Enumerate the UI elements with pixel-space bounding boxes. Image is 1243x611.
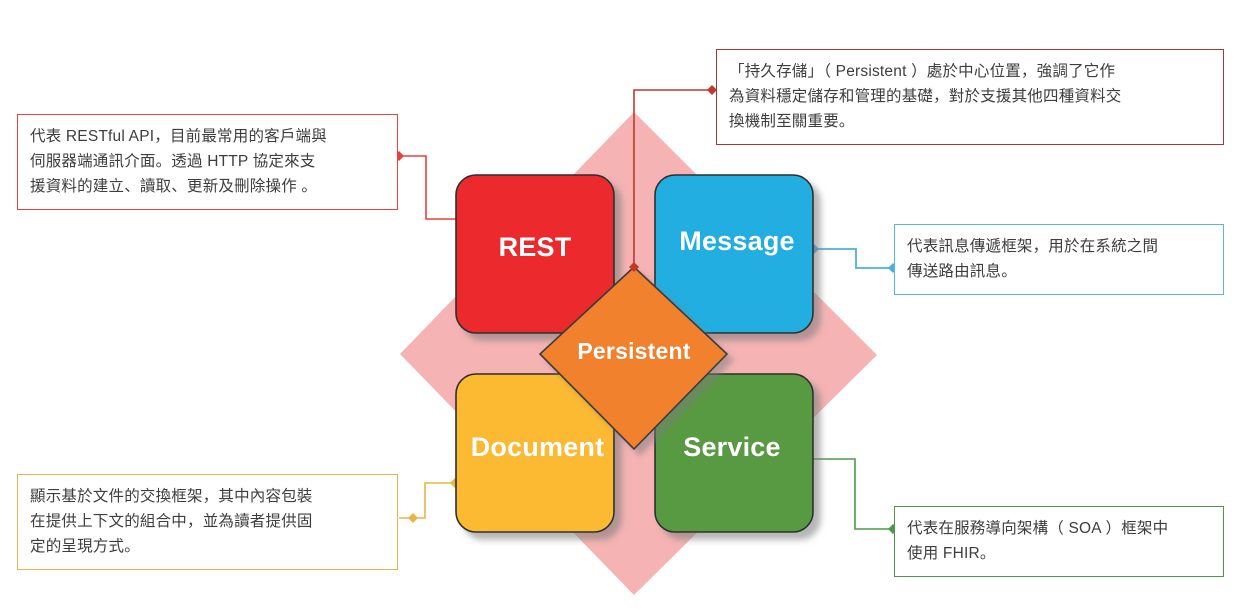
connector-endpoint-diamond-document [408, 513, 418, 523]
callout-document-line-2: 在提供上下文的組合中，並為讀者提供固 [30, 513, 313, 531]
callout-persistent-line-1: 「持久存儲」（ Persistent ）處於中心位置，強調了它作 [729, 63, 1116, 80]
callout-document-line-3: 定的呈現方式。 [30, 538, 140, 556]
callout-persistent-line-2: 為資料穩定儲存和管理的基礎，對於支援其他四種資料交 [729, 88, 1122, 106]
connector-rest [394, 151, 456, 220]
connector-message [809, 244, 898, 273]
callout-rest-line-1: 代表 RESTful API，目前最常用的客戶端與 [30, 128, 327, 145]
callout-service-line-1: 代表在服務導向架構（ SOA ）框架中 [907, 520, 1169, 537]
callout-persistent-line-3: 換機制至關重要。 [729, 113, 855, 131]
callout-document-line-1: 顯示基於文件的交換框架，其中內容包裝 [30, 488, 313, 505]
callout-message: 代表訊息傳遞框架，用於在系統之間 傳送路由訊息。 [894, 224, 1224, 296]
callout-service-line-2: 使用 FHIR。 [907, 545, 996, 563]
callout-service: 代表在服務導向架構（ SOA ）框架中 使用 FHIR。 [894, 506, 1224, 578]
callout-rest-line-2: 伺服器端通訊介面。透過 HTTP 協定來支 [30, 153, 316, 171]
diagram-canvas: REST Message Document Service Persistent… [0, 0, 1243, 611]
connector-document [399, 478, 460, 523]
connector-service [803, 454, 898, 534]
callout-message-line-2: 傳送路由訊息。 [907, 263, 1017, 281]
callout-message-line-1: 代表訊息傳遞框架，用於在系統之間 [907, 238, 1159, 255]
callout-rest-line-3: 援資料的建立、讀取、更新及刪除操作 。 [30, 178, 318, 196]
callout-document: 顯示基於文件的交換框架，其中內容包裝 在提供上下文的組合中，並為讀者提供固 定的… [17, 474, 398, 571]
callout-persistent: 「持久存儲」（ Persistent ）處於中心位置，強調了它作 為資料穩定儲存… [716, 49, 1224, 146]
callout-rest: 代表 RESTful API，目前最常用的客戶端與 伺服器端通訊介面。透過 HT… [17, 114, 398, 211]
